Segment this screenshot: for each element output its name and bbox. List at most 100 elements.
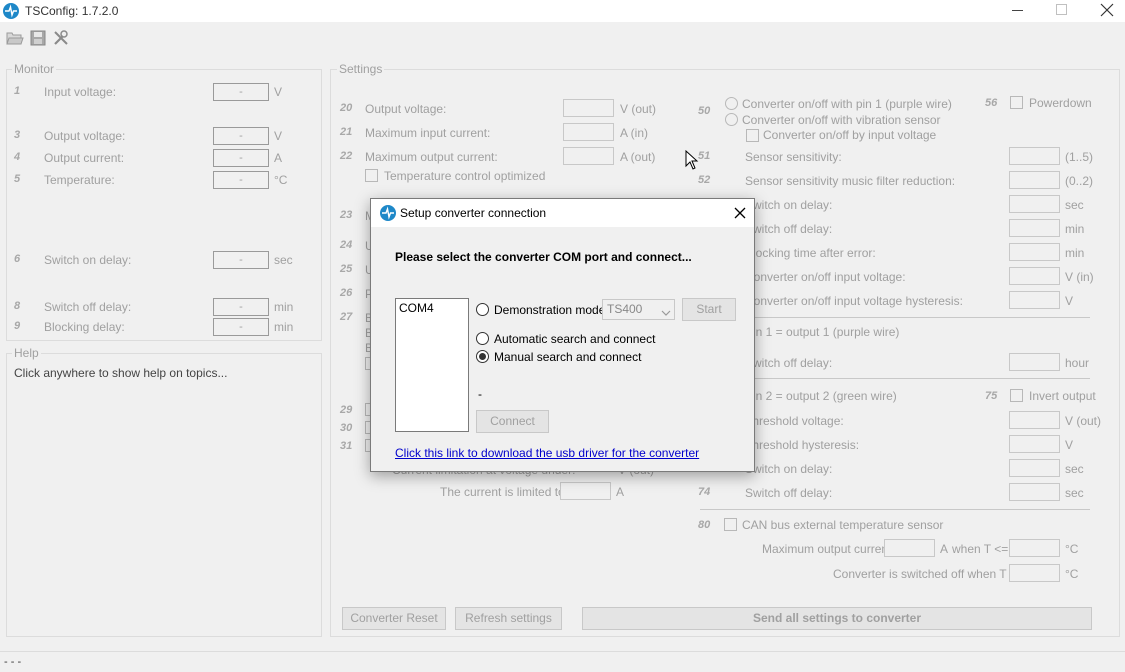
- demo-model-select[interactable]: TS400: [602, 299, 675, 320]
- usb-driver-link[interactable]: Click this link to download the usb driv…: [395, 446, 699, 460]
- unit-label: min: [274, 320, 294, 334]
- minimize-icon[interactable]: [1012, 10, 1023, 11]
- switch-on-delay-value: -: [213, 251, 269, 269]
- unit-label: A: [616, 485, 625, 499]
- output-voltage-input[interactable]: [563, 99, 614, 117]
- unit-label: V: [274, 85, 283, 99]
- com-port-list[interactable]: COM4: [395, 298, 469, 432]
- close-icon[interactable]: [1100, 3, 1114, 17]
- onoff-hysteresis-input[interactable]: [1009, 291, 1060, 309]
- save-icon[interactable]: [30, 30, 46, 46]
- send-settings-button[interactable]: Send all settings to converter: [582, 607, 1092, 630]
- param-number: 9: [14, 320, 21, 332]
- music-filter-label: Sensor sensitivity music filter reductio…: [745, 174, 956, 188]
- switch-off-delay-label: Switch off delay:: [44, 300, 132, 314]
- dialog-heading: Please select the converter COM port and…: [395, 250, 692, 264]
- window-title: TSConfig: 1.7.2.0: [25, 4, 119, 18]
- unit-label: hour: [1065, 356, 1090, 370]
- maximize-icon[interactable]: [1056, 4, 1067, 15]
- switch-on-delay-label: Switch on delay:: [44, 253, 132, 267]
- unit-label: (0..2): [1065, 174, 1094, 188]
- param-number: 75: [985, 390, 998, 402]
- com-port-item[interactable]: COM4: [399, 301, 434, 315]
- help-group: [6, 353, 322, 637]
- threshold-voltage-input[interactable]: [1009, 411, 1060, 429]
- unit-label: V: [274, 129, 283, 143]
- invert-output-label: Invert output: [1029, 389, 1096, 403]
- param-number: 6: [14, 253, 21, 265]
- vibration-radio[interactable]: [725, 113, 738, 126]
- onoff-hysteresis-label: Converter on/off input voltage hysteresi…: [745, 294, 963, 308]
- max-input-current-label: Maximum input current:: [365, 126, 491, 140]
- onoff-input-voltage-input[interactable]: [1009, 267, 1060, 285]
- start-button[interactable]: Start: [682, 298, 736, 321]
- connect-button[interactable]: Connect: [476, 410, 549, 433]
- param-number: 74: [698, 486, 711, 498]
- blocking-delay-value: -: [213, 318, 269, 336]
- unit-label: °C: [274, 173, 288, 187]
- unit-label: V (out): [1065, 414, 1102, 428]
- manual-search-label: Manual search and connect: [494, 350, 642, 364]
- converter-reset-button[interactable]: Converter Reset: [342, 607, 446, 630]
- divider: [700, 378, 1090, 379]
- refresh-settings-button[interactable]: Refresh settings: [455, 607, 562, 630]
- auto-search-radio[interactable]: [476, 332, 489, 345]
- open-folder-icon[interactable]: [6, 30, 24, 46]
- pin1-switch-off-input[interactable]: [1009, 353, 1060, 371]
- temperature-label: Temperature:: [44, 173, 115, 187]
- divider: [700, 509, 1090, 510]
- max-input-current-input[interactable]: [563, 123, 614, 141]
- unit-label: A: [274, 151, 283, 165]
- unit-label: sec: [1065, 462, 1084, 476]
- help-text[interactable]: Click anywhere to show help on topics...: [14, 366, 227, 380]
- current-limited-input[interactable]: [560, 482, 611, 500]
- pin2-switch-on-label: Switch on delay:: [745, 462, 833, 476]
- param-number: 21: [340, 126, 353, 138]
- title-bar: TSConfig: 1.7.2.0: [0, 0, 1125, 22]
- vibration-radio-label: Converter on/off with vibration sensor: [742, 113, 941, 127]
- input-voltage-checkbox[interactable]: [746, 129, 759, 142]
- can-max-current-input[interactable]: [884, 539, 935, 557]
- pin2-switch-off-input[interactable]: [1009, 483, 1060, 501]
- unit-label: V (out): [620, 102, 657, 116]
- unit-label: V: [1065, 438, 1074, 452]
- threshold-hysteresis-label: Threshold hysteresis:: [745, 438, 860, 452]
- output-current-value: -: [213, 149, 269, 167]
- param-number: 3: [14, 129, 21, 141]
- can-sensor-checkbox[interactable]: [724, 518, 737, 531]
- powerdown-label: Powerdown: [1029, 96, 1092, 110]
- pin1-section-title: Pin 1 = output 1 (purple wire): [745, 325, 900, 339]
- dialog-title: Setup converter connection: [400, 206, 547, 220]
- invert-output-checkbox[interactable]: [1010, 389, 1023, 402]
- monitor-title: Monitor: [12, 62, 57, 76]
- temp-control-checkbox[interactable]: [365, 169, 378, 182]
- pin2-section-title: Pin 2 = output 2 (green wire): [745, 389, 897, 403]
- connection-status-text: -: [478, 387, 482, 401]
- pin2-switch-on-input[interactable]: [1009, 459, 1060, 477]
- switch-on-delay-input[interactable]: [1009, 195, 1060, 213]
- blocking-time-input[interactable]: [1009, 243, 1060, 261]
- can-off-temp-input[interactable]: [1009, 564, 1060, 582]
- can-temp-threshold-input[interactable]: [1009, 539, 1060, 557]
- status-bar: [0, 651, 1125, 672]
- output-voltage-label: Output voltage:: [44, 129, 126, 143]
- max-output-current-label: Maximum output current:: [365, 150, 498, 164]
- param-number: 26: [340, 287, 353, 299]
- powerdown-checkbox[interactable]: [1010, 96, 1023, 109]
- unit-label: °C: [1065, 567, 1079, 581]
- demo-mode-radio[interactable]: [476, 303, 489, 316]
- manual-search-radio[interactable]: [476, 350, 489, 363]
- sensor-sensitivity-input[interactable]: [1009, 147, 1060, 165]
- tools-icon[interactable]: [52, 29, 70, 47]
- param-number: 50: [698, 105, 711, 117]
- dialog-close-icon[interactable]: [734, 207, 746, 219]
- music-filter-input[interactable]: [1009, 171, 1060, 189]
- pin1-radio[interactable]: [725, 97, 738, 110]
- output-current-label: Output current:: [44, 151, 125, 165]
- max-output-current-input[interactable]: [563, 147, 614, 165]
- switch-off-delay-input[interactable]: [1009, 219, 1060, 237]
- param-number: 56: [985, 97, 998, 109]
- threshold-hysteresis-input[interactable]: [1009, 435, 1060, 453]
- unit-label: °C: [1065, 542, 1079, 556]
- param-number: 23: [340, 209, 353, 221]
